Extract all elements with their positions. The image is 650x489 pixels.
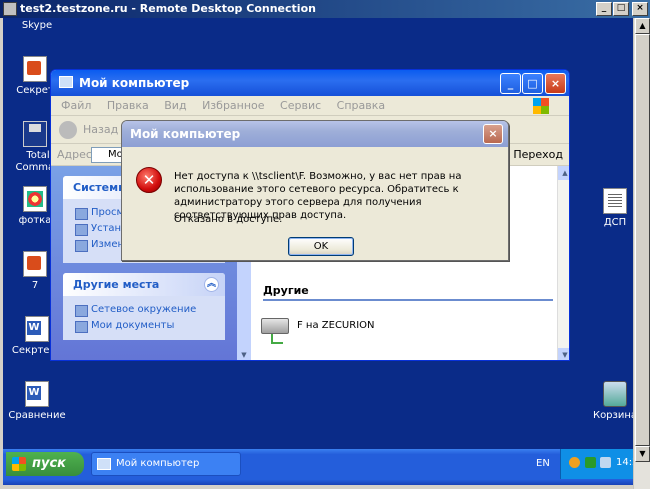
explorer-close-button[interactable]: × bbox=[545, 73, 566, 94]
content-scrollbar[interactable]: ▲ ▼ bbox=[557, 166, 569, 360]
ok-button[interactable]: OK bbox=[288, 237, 354, 256]
dialog-title: Мой компьютер bbox=[130, 127, 241, 141]
desktop-icon-recycle-bin[interactable]: Корзина bbox=[585, 381, 633, 421]
language-indicator[interactable]: EN bbox=[536, 458, 550, 469]
menu-favorites[interactable]: Избранное bbox=[202, 99, 264, 112]
address-label: Адрес: bbox=[57, 148, 96, 161]
remote-desktop: Skype Секрет Total Comman фотка 7 Секрте… bbox=[3, 18, 633, 485]
image-file-icon bbox=[23, 186, 47, 212]
menu-edit[interactable]: Правка bbox=[107, 99, 149, 112]
my-computer-icon bbox=[97, 458, 111, 470]
windows-logo-icon bbox=[533, 98, 549, 114]
total-commander-icon bbox=[23, 121, 47, 147]
scrollbar-thumb[interactable] bbox=[635, 34, 650, 446]
taskbar-button-my-computer[interactable]: Мой компьютер bbox=[91, 452, 241, 476]
taskbar: пуск Мой компьютер EN 14:2 bbox=[3, 449, 633, 485]
rdp-window: test2.testzone.ru - Remote Desktop Conne… bbox=[0, 0, 650, 489]
start-button[interactable]: пуск bbox=[6, 452, 84, 476]
other-places-panel: Другие места ︽ Сетевое окружение Мои доку… bbox=[63, 273, 225, 340]
powerpoint-file-icon bbox=[23, 251, 47, 277]
scroll-down-icon[interactable]: ▼ bbox=[237, 348, 251, 360]
text-file-icon bbox=[603, 188, 627, 214]
explorer-minimize-button[interactable]: _ bbox=[500, 73, 521, 94]
error-dialog: Мой компьютер × ✕ Нет доступа к \\tsclie… bbox=[121, 120, 509, 261]
network-drive-label: F на ZECURION bbox=[297, 320, 375, 331]
back-button-label[interactable]: Назад bbox=[83, 123, 118, 136]
rdp-maximize-button[interactable]: □ bbox=[613, 2, 629, 16]
network-connector-icon bbox=[271, 334, 283, 344]
network-drive-item[interactable]: F на ZECURION bbox=[261, 314, 461, 350]
dialog-message-denied: Отказано в доступе. bbox=[174, 214, 283, 225]
back-arrow-icon[interactable] bbox=[59, 121, 77, 139]
collapse-chevron-icon[interactable]: ︽ bbox=[204, 277, 219, 292]
error-icon: ✕ bbox=[136, 167, 162, 193]
group-header-other: Другие bbox=[263, 284, 553, 301]
system-tray: 14:2 bbox=[560, 449, 633, 479]
scroll-down-icon[interactable]: ▼ bbox=[558, 348, 569, 360]
tray-skype-icon[interactable] bbox=[585, 457, 596, 468]
recycle-bin-icon bbox=[603, 381, 627, 407]
tray-shield-icon[interactable] bbox=[569, 457, 580, 468]
desktop-icon-skype[interactable]: Skype bbox=[7, 20, 67, 31]
desktop-icon-label: Skype bbox=[21, 20, 53, 31]
scroll-down-icon[interactable]: ▼ bbox=[635, 446, 650, 462]
rdp-vertical-scrollbar[interactable]: ▲ ▼ bbox=[633, 18, 650, 489]
dialog-close-button[interactable]: × bbox=[483, 124, 503, 144]
scroll-up-icon[interactable]: ▲ bbox=[558, 166, 569, 180]
taskbar-button-label: Мой компьютер bbox=[116, 458, 200, 469]
place-my-documents[interactable]: Мои документы bbox=[75, 318, 215, 334]
dialog-title-bar[interactable]: Мой компьютер × bbox=[122, 121, 508, 147]
place-network[interactable]: Сетевое окружение bbox=[75, 302, 215, 318]
desktop-icon-dsp[interactable]: ДСП bbox=[585, 188, 633, 228]
other-places-header[interactable]: Другие места ︽ bbox=[63, 273, 225, 296]
tray-volume-icon[interactable] bbox=[600, 457, 611, 468]
rdp-app-icon bbox=[3, 2, 17, 16]
powerpoint-file-icon bbox=[23, 56, 47, 82]
word-file-icon bbox=[25, 381, 49, 407]
word-file-icon bbox=[25, 316, 49, 342]
desktop-icon-label: Сравнение bbox=[8, 410, 66, 421]
explorer-title: Мой компьютер bbox=[79, 76, 190, 90]
rdp-title-text: test2.testzone.ru - Remote Desktop Conne… bbox=[20, 2, 316, 15]
rdp-title-bar[interactable]: test2.testzone.ru - Remote Desktop Conne… bbox=[0, 0, 650, 18]
explorer-title-bar[interactable]: Мой компьютер _ □ × bbox=[51, 70, 569, 96]
explorer-menu-bar: Файл Правка Вид Избранное Сервис Справка bbox=[51, 96, 569, 116]
rdp-minimize-button[interactable]: _ bbox=[596, 2, 612, 16]
start-label: пуск bbox=[32, 456, 66, 471]
desktop-icon-sravnenie[interactable]: Сравнение bbox=[7, 381, 67, 421]
desktop-icon-label: Корзина bbox=[592, 410, 633, 421]
rdp-close-button[interactable]: × bbox=[632, 2, 648, 16]
menu-view[interactable]: Вид bbox=[164, 99, 186, 112]
network-drive-icon bbox=[261, 318, 289, 334]
taskbar-clock[interactable]: 14:2 bbox=[616, 457, 633, 468]
explorer-maximize-button[interactable]: □ bbox=[522, 73, 543, 94]
menu-file[interactable]: Файл bbox=[61, 99, 91, 112]
desktop-icon-label: ДСП bbox=[603, 217, 627, 228]
my-computer-icon bbox=[59, 76, 73, 88]
go-label: Переход bbox=[513, 148, 563, 161]
menu-tools[interactable]: Сервис bbox=[280, 99, 321, 112]
menu-help[interactable]: Справка bbox=[337, 99, 385, 112]
windows-logo-icon bbox=[12, 457, 26, 471]
scroll-up-icon[interactable]: ▲ bbox=[635, 18, 650, 34]
